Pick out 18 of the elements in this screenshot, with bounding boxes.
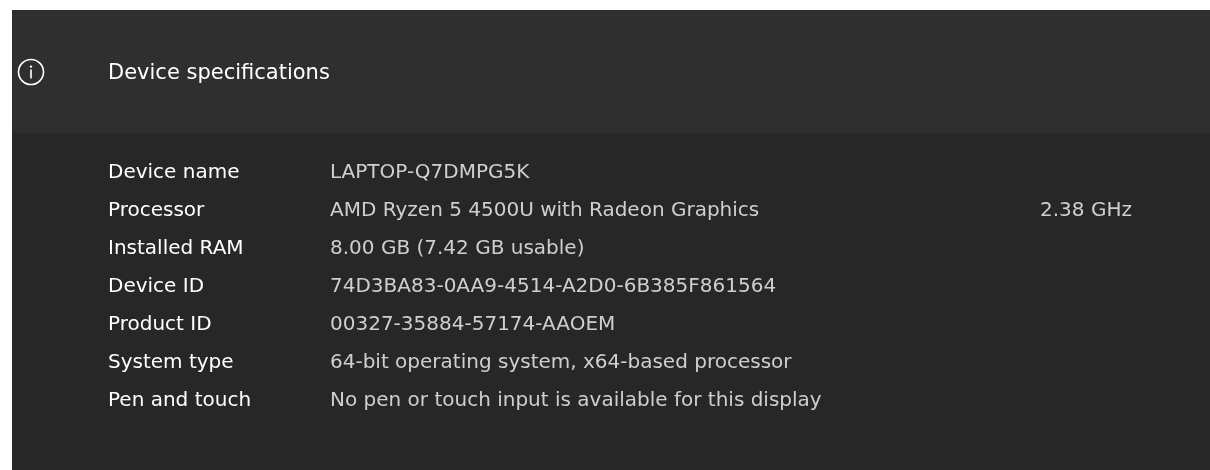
- spec-value: LAPTOP-Q7DMPG5K: [330, 158, 531, 185]
- spec-value: AMD Ryzen 5 4500U with Radeon Graphics: [330, 196, 761, 223]
- spec-label: Device ID: [108, 272, 206, 299]
- spec-label: System type: [108, 348, 235, 375]
- spec-label: Pen and touch: [108, 386, 253, 413]
- info-icon: [17, 57, 45, 86]
- spec-extra: 2.38 GHz: [1040, 196, 1133, 223]
- spec-label: Product ID: [108, 310, 213, 337]
- spec-label: Installed RAM: [108, 234, 245, 261]
- spec-value: 74D3BA83-0AA9-4514-A2D0-6B385F861564: [330, 272, 778, 299]
- spec-label: Device name: [108, 158, 241, 185]
- spec-value: 00327-35884-57174-AAOEM: [330, 310, 617, 337]
- spec-value: 8.00 GB (7.42 GB usable): [330, 234, 586, 261]
- spec-value: 64-bit operating system, x64-based processor: [330, 348, 793, 375]
- section-title: Device specifications: [108, 59, 330, 84]
- section-header[interactable]: Device specifications: [12, 10, 1210, 133]
- spec-label: Processor: [108, 196, 206, 223]
- spec-value: No pen or touch input is available for this display: [330, 386, 823, 413]
